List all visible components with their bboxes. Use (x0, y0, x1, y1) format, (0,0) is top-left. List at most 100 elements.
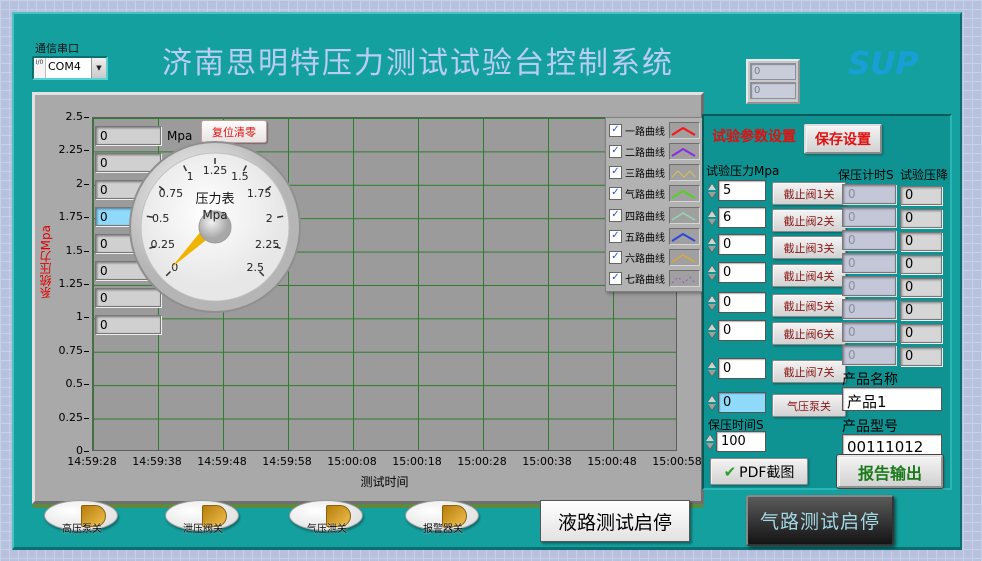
y-tick: 2.5 (53, 110, 89, 123)
product-name-input[interactable]: 产品1 (842, 387, 942, 411)
check-icon: ✓ (611, 145, 619, 156)
pressure-input[interactable]: 6 (718, 207, 766, 228)
legend-line-sample[interactable] (669, 249, 700, 266)
pressure-row: 5 (706, 180, 766, 202)
y-tick: 0.75 (53, 344, 89, 357)
legend-item: ✓ 二路曲线 (609, 142, 700, 162)
y-tick: 1.25 (53, 277, 89, 290)
pressure-input[interactable]: 5 (718, 180, 766, 201)
checkbox-checked-icon[interactable]: ✓ (609, 272, 622, 285)
legend-line-sample[interactable] (669, 185, 700, 202)
spinner-up-icon (708, 396, 716, 402)
legend-line-sample[interactable] (669, 207, 700, 224)
legend-line-sample[interactable] (669, 143, 700, 160)
x-tick: 15:00:38 (517, 455, 577, 468)
y-tick: 1 (53, 310, 89, 323)
pressure-drop-display: 0 (900, 255, 942, 274)
high-pressure-pump-toggle[interactable]: 高压泵关 (44, 500, 124, 540)
alarm-toggle[interactable]: 报警器关 (405, 500, 485, 540)
checkbox-checked-icon[interactable]: ✓ (609, 124, 622, 137)
air-pump-button[interactable]: 气压泵关 (772, 394, 846, 417)
y-tick: 2 (53, 177, 89, 190)
toggle-label: 气压泄关 (289, 520, 365, 535)
hold-timer-display: 0 (842, 345, 896, 365)
pressure-row: 0 (706, 358, 766, 380)
valve-7-button[interactable]: 截止阀7关 (772, 360, 846, 383)
page-title: 济南思明特压力测试试验台控制系统 (162, 38, 722, 82)
legend-item: ✓ 三路曲线 (609, 163, 700, 183)
report-output-button[interactable]: 报告输出 (837, 455, 943, 488)
pressure-input[interactable]: 0 (718, 358, 766, 379)
spinner-down-icon (708, 192, 716, 198)
main-window: 通信串口 I/0 COM4 ▼ 济南思明特压力测试试验台控制系统 0 0 SUP… (12, 12, 962, 550)
hold-time-input[interactable]: 100 (716, 431, 766, 452)
legend-line-sample[interactable] (669, 270, 700, 287)
hold-timer-column: 0 0 0 0 0 0 0 0 (842, 184, 896, 365)
legend-label: 三路曲线 (625, 165, 666, 180)
checkbox-checked-icon[interactable]: ✓ (609, 251, 622, 264)
serial-port-label: 通信串口 (35, 40, 79, 56)
air-release-toggle[interactable]: 气压泄关 (289, 500, 369, 540)
x-tick: 15:00:28 (452, 455, 512, 468)
spinner-control[interactable] (706, 292, 718, 314)
spinner-control[interactable] (704, 431, 716, 453)
liquid-test-start-stop-button[interactable]: 液路测试启停 (540, 500, 690, 542)
spinner-control[interactable] (706, 392, 718, 414)
valve-5-button[interactable]: 截止阀5关 (772, 294, 846, 317)
checkbox-checked-icon[interactable]: ✓ (609, 145, 622, 158)
x-tick: 15:00:58 (647, 455, 707, 468)
valve-1-button[interactable]: 截止阀1关 (772, 182, 846, 205)
spinner-control[interactable] (706, 320, 718, 342)
legend-label: 六路曲线 (625, 250, 666, 265)
spinner-control[interactable] (706, 262, 718, 284)
pressure-input[interactable]: 0 (718, 234, 766, 255)
checkbox-checked-icon[interactable]: ✓ (609, 209, 622, 222)
pdf-screenshot-button[interactable]: ✔ PDF截图 (710, 458, 808, 485)
pressure-drop-display: 0 (900, 209, 942, 228)
legend-label: 一路曲线 (625, 123, 666, 138)
spinner-down-icon (708, 370, 716, 376)
spinner-control[interactable] (706, 207, 718, 229)
hold-time-row: 100 (704, 431, 766, 453)
svg-text:1.25: 1.25 (203, 164, 228, 177)
valve-2-button[interactable]: 截止阀2关 (772, 209, 846, 232)
save-settings-button[interactable]: 保存设置 (804, 124, 882, 154)
checkbox-checked-icon[interactable]: ✓ (609, 230, 622, 243)
y-tick: 1.75 (53, 210, 89, 223)
valve-4-button[interactable]: 截止阀4关 (772, 264, 846, 287)
legend-line-sample[interactable] (669, 122, 700, 139)
checkbox-checked-icon[interactable]: ✓ (609, 187, 622, 200)
gas-test-start-stop-button[interactable]: 气路测试启停 (746, 495, 894, 546)
spinner-down-icon (706, 443, 714, 449)
x-axis-label: 测试时间 (92, 473, 677, 490)
serial-port-combo[interactable]: I/0 COM4 ▼ (32, 56, 108, 80)
pressure-input[interactable]: 0 (718, 262, 766, 283)
relief-valve-toggle[interactable]: 泄压阀关 (165, 500, 245, 540)
pressure-row: 0 (706, 292, 766, 314)
spinner-control[interactable] (706, 234, 718, 256)
mini-display: 0 (750, 82, 796, 99)
drop-column-header: 试验压降 (900, 166, 948, 183)
checkbox-checked-icon[interactable]: ✓ (609, 166, 622, 179)
pressure-input[interactable]: 0 (718, 320, 766, 341)
spinner-control[interactable] (706, 180, 718, 202)
hold-timer-display: 0 (842, 230, 896, 250)
valve-6-button[interactable]: 截止阀6关 (772, 322, 846, 345)
legend-line-sample[interactable] (669, 228, 700, 245)
chart-panel: 系统压力Mpa 2.5 2.25 2 1.75 1.5 1.25 1 0.75 … (32, 92, 704, 504)
legend-line-sample[interactable] (669, 164, 700, 181)
x-tick: 14:59:28 (62, 455, 122, 468)
spinner-control[interactable] (706, 358, 718, 380)
check-icon: ✔ (724, 463, 737, 481)
pressure-input-highlighted[interactable]: 0 (718, 392, 766, 413)
y-tick: 0.5 (53, 377, 89, 390)
toggle-label: 泄压阀关 (165, 520, 241, 535)
pressure-input[interactable]: 0 (718, 292, 766, 313)
x-tick: 14:59:58 (257, 455, 317, 468)
chevron-down-icon[interactable]: ▼ (91, 58, 106, 78)
settings-panel: 试验参数设置 保存设置 试验压力Mpa 保压计时S 试验压降 5 6 0 0 0… (702, 114, 952, 490)
svg-text:1.5: 1.5 (231, 170, 249, 183)
y-axis-label: 系统压力Mpa (37, 225, 54, 298)
valve-3-button[interactable]: 截止阀3关 (772, 236, 846, 259)
svg-text:2.25: 2.25 (255, 238, 280, 251)
